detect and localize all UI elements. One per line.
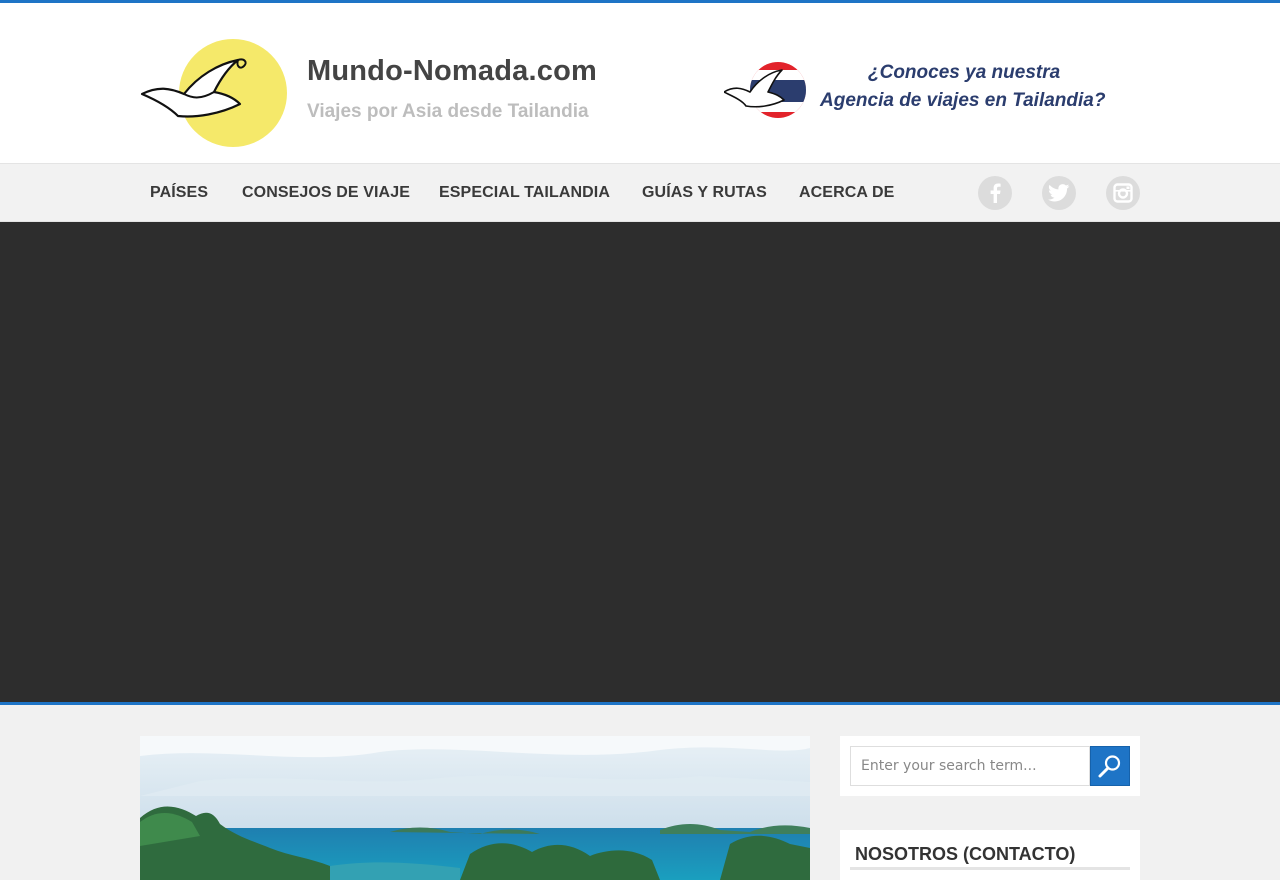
facebook-icon[interactable] — [978, 176, 1012, 210]
hero-banner — [0, 222, 1280, 703]
search-widget — [840, 736, 1140, 796]
nav-item-paises[interactable]: PAÍSES — [150, 184, 208, 202]
search-button[interactable] — [1090, 746, 1130, 786]
nav-item-guias-y-rutas[interactable]: GUÍAS Y RUTAS — [642, 184, 767, 202]
search-icon — [1098, 755, 1121, 778]
tropical-islands-photo — [140, 736, 810, 880]
nav-item-consejos-de-viaje[interactable]: CONSEJOS DE VIAJE — [242, 184, 410, 202]
search-input[interactable] — [850, 746, 1090, 786]
contact-widget: NOSOTROS (CONTACTO) — [840, 830, 1140, 880]
twitter-icon[interactable] — [1042, 176, 1076, 210]
featured-post-image[interactable] — [140, 736, 810, 880]
nav-item-especial-tailandia[interactable]: ESPECIAL TAILANDIA — [439, 184, 610, 202]
site-logo[interactable] — [140, 36, 292, 148]
ad-line-1: ¿Conoces ya nuestra — [868, 62, 1061, 83]
site-title[interactable]: Mundo-Nomada.com — [307, 55, 597, 88]
agency-ad-banner[interactable]: ¿Conoces ya nuestra Agencia de viajes en… — [724, 58, 1134, 124]
site-tagline: Viajes por Asia desde Tailandia — [307, 101, 589, 122]
site-header: Mundo-Nomada.com Viajes por Asia desde T… — [0, 3, 1280, 163]
ad-line-2: Agencia de viajes en Tailandia? — [820, 90, 1106, 111]
contact-widget-title: NOSOTROS (CONTACTO) — [855, 844, 1076, 864]
instagram-icon[interactable] — [1106, 176, 1140, 210]
nav-item-acerca-de[interactable]: ACERCA DE — [799, 184, 894, 202]
widget-title-divider — [850, 867, 1130, 870]
main-navigation: PAÍSES CONSEJOS DE VIAJE ESPECIAL TAILAN… — [0, 163, 1280, 222]
bird-thai-flag-icon — [724, 62, 806, 118]
